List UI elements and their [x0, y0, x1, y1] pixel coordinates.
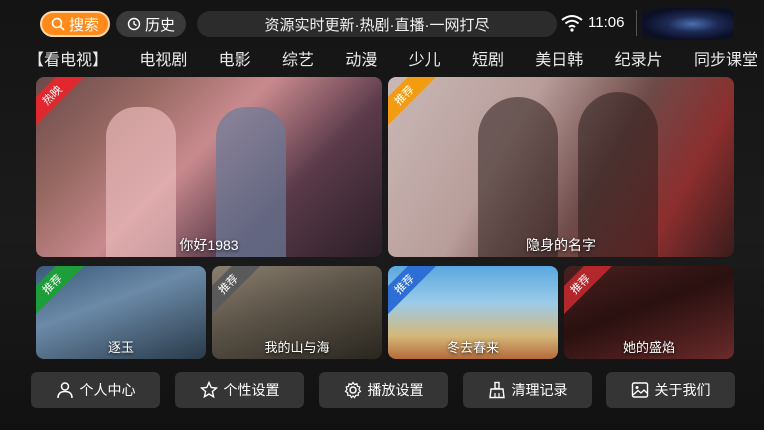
clock-icon: [127, 17, 141, 31]
card-title: 逐玉: [107, 340, 134, 355]
nav-item-classroom[interactable]: 同步课堂: [694, 46, 758, 69]
image-icon: [631, 382, 648, 398]
search-button[interactable]: 搜索: [40, 11, 110, 37]
star-icon: [199, 381, 218, 399]
wifi-icon: [561, 15, 583, 32]
playback-settings-button[interactable]: 播放设置: [319, 372, 448, 408]
clock-time: 11:06: [588, 14, 625, 31]
badge-recommend: 推荐: [564, 266, 614, 318]
gear-icon: [344, 381, 361, 399]
search-icon: [51, 17, 65, 31]
nav-item-movies[interactable]: 电影: [219, 46, 251, 69]
button-label: 关于我们: [654, 382, 711, 398]
badge-recommend: 推荐: [36, 266, 86, 318]
nav-item-short-drama[interactable]: 短剧: [472, 46, 504, 69]
badge-hot: 热映: [36, 77, 86, 129]
nav-item-us-jp-kr[interactable]: 美日韩: [535, 46, 583, 69]
badge-recommend: 推荐: [212, 266, 262, 318]
button-label: 个人中心: [79, 382, 136, 398]
recommend-card[interactable]: 推荐 我的山与海: [212, 266, 382, 359]
nav-item-documentary[interactable]: 纪录片: [615, 46, 663, 69]
broom-icon: [488, 381, 505, 399]
top-bar: 搜索 历史 资源实时更新·热剧·直播·一网打尽 11:06: [0, 0, 764, 46]
divider: [636, 10, 637, 36]
card-title: 隐身的名字: [526, 237, 596, 253]
card-title: 你好1983: [179, 237, 239, 253]
nav-item-tv-series[interactable]: 电视剧: [139, 46, 187, 69]
user-icon: [56, 382, 73, 399]
poster-figure: [478, 97, 558, 257]
category-nav: 【看电视】 电视剧 电影 综艺 动漫 少儿 短剧 美日韩 纪录片 同步课堂: [28, 46, 758, 69]
recommend-card[interactable]: 推荐 她的盛焰: [564, 266, 734, 359]
nav-item-live-tv[interactable]: 【看电视】: [28, 46, 108, 69]
button-label: 清理记录: [511, 382, 568, 398]
recommend-card[interactable]: 推荐 逐玉: [36, 266, 206, 359]
card-title: 我的山与海: [264, 340, 330, 355]
personal-center-button[interactable]: 个人中心: [31, 372, 160, 408]
marquee-text: 资源实时更新·热剧·直播·一网打尽: [264, 16, 490, 34]
featured-card[interactable]: 推荐 隐身的名字: [388, 77, 734, 257]
badge-recommend: 推荐: [388, 77, 438, 129]
announcement-marquee: 资源实时更新·热剧·直播·一网打尽: [197, 11, 557, 37]
clear-history-button[interactable]: 清理记录: [463, 372, 592, 408]
poster-figure: [578, 92, 658, 257]
button-label: 个性设置: [223, 382, 280, 398]
card-title: 她的盛焰: [622, 340, 675, 355]
search-label: 搜索: [68, 16, 99, 34]
card-title: 冬去春来: [446, 340, 499, 355]
personalization-button[interactable]: 个性设置: [175, 372, 304, 408]
recommend-card[interactable]: 推荐 冬去春来: [388, 266, 558, 359]
button-label: 播放设置: [367, 382, 424, 398]
featured-card[interactable]: 热映 你好1983: [36, 77, 382, 257]
nav-item-kids[interactable]: 少儿: [409, 46, 441, 69]
app-logo: [642, 8, 734, 40]
history-label: 历史: [144, 16, 175, 34]
nav-item-anime[interactable]: 动漫: [345, 46, 377, 69]
history-button[interactable]: 历史: [116, 11, 186, 37]
badge-recommend: 推荐: [388, 266, 438, 318]
about-us-button[interactable]: 关于我们: [606, 372, 735, 408]
nav-item-variety[interactable]: 综艺: [282, 46, 314, 69]
